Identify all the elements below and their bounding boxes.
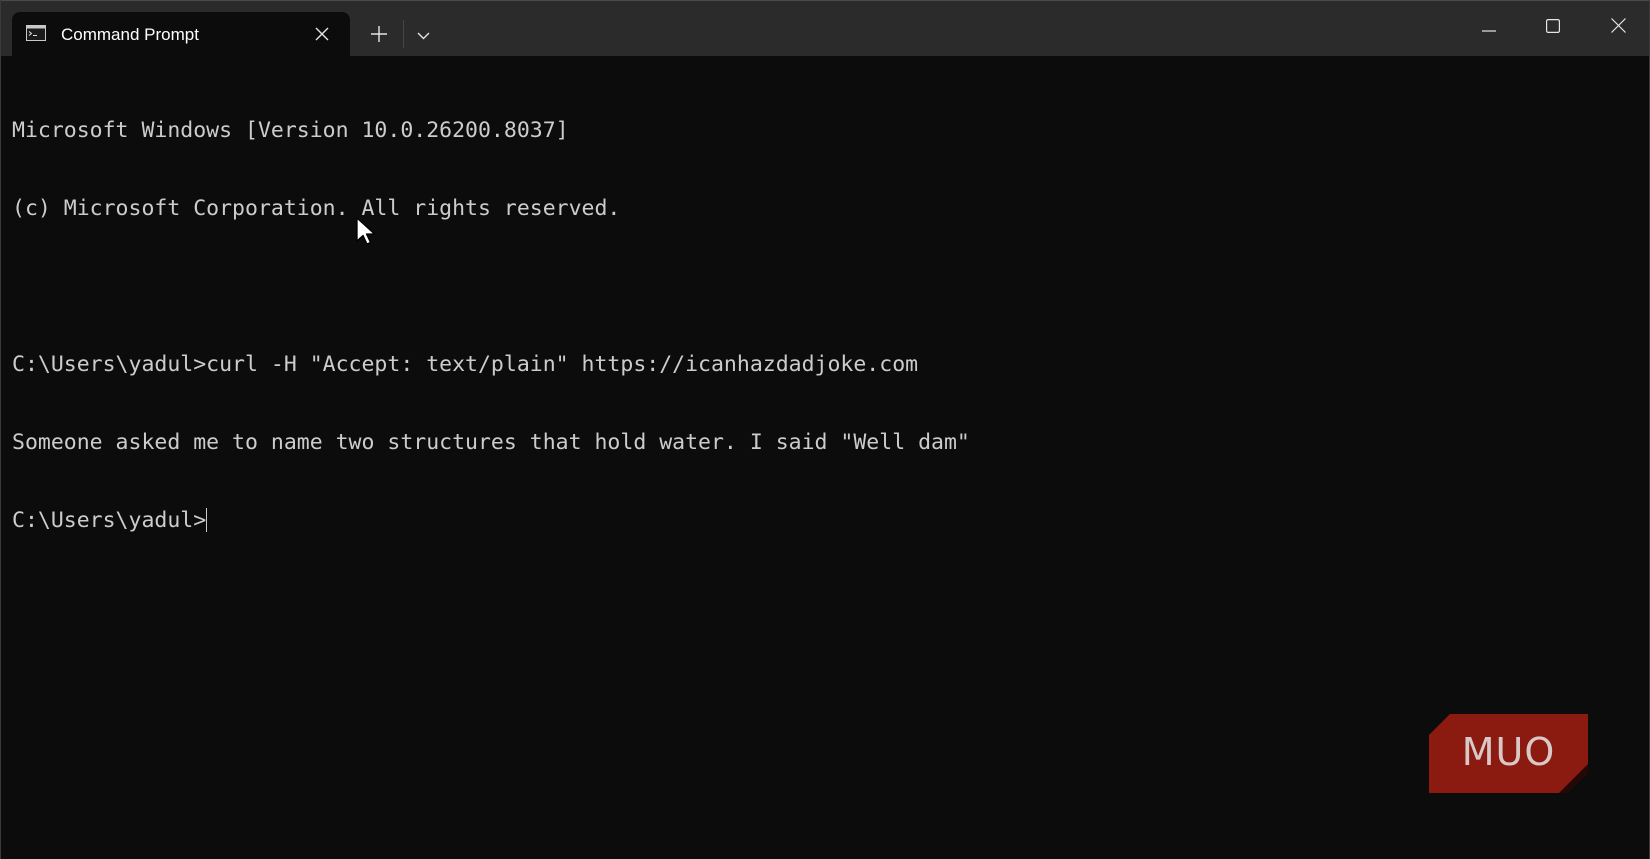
terminal-line: (c) Microsoft Corporation. All rights re… [12, 196, 621, 221]
terminal-line: C:\Users\yadul>curl -H "Accept: text/pla… [12, 352, 919, 377]
maximize-icon [1546, 18, 1561, 38]
minimize-icon [1482, 19, 1496, 37]
tab-close-icon[interactable] [310, 22, 334, 46]
terminal-line: Microsoft Windows [Version 10.0.26200.80… [12, 118, 569, 143]
close-icon [1610, 18, 1626, 38]
command-prompt-line[interactable]: C:\Users\yadul> [12, 508, 1632, 534]
plus-icon [371, 25, 387, 47]
close-window-button[interactable] [1598, 9, 1638, 47]
tab-title: Command Prompt [61, 25, 199, 44]
tab-separator [403, 20, 404, 48]
mouse-pointer-icon [355, 217, 377, 245]
terminal-window: Command Prompt Microsoft Windows [Versio… [0, 0, 1650, 859]
tab-command-prompt[interactable]: Command Prompt [12, 12, 350, 57]
maximize-button[interactable] [1533, 9, 1573, 47]
minimize-button[interactable] [1469, 9, 1509, 47]
title-bar[interactable]: Command Prompt [1, 0, 1649, 57]
chevron-down-icon [417, 27, 430, 45]
terminal-line: Someone asked me to name two structures … [12, 430, 970, 455]
new-tab-button[interactable] [365, 22, 393, 50]
terminal-icon [26, 25, 46, 41]
prompt-text: C:\Users\yadul> [12, 508, 207, 533]
muo-logo: MUO [1429, 714, 1588, 793]
profiles-dropdown-button[interactable] [409, 22, 437, 50]
text-cursor [206, 508, 208, 532]
terminal-output[interactable]: Microsoft Windows [Version 10.0.26200.80… [12, 66, 1632, 586]
